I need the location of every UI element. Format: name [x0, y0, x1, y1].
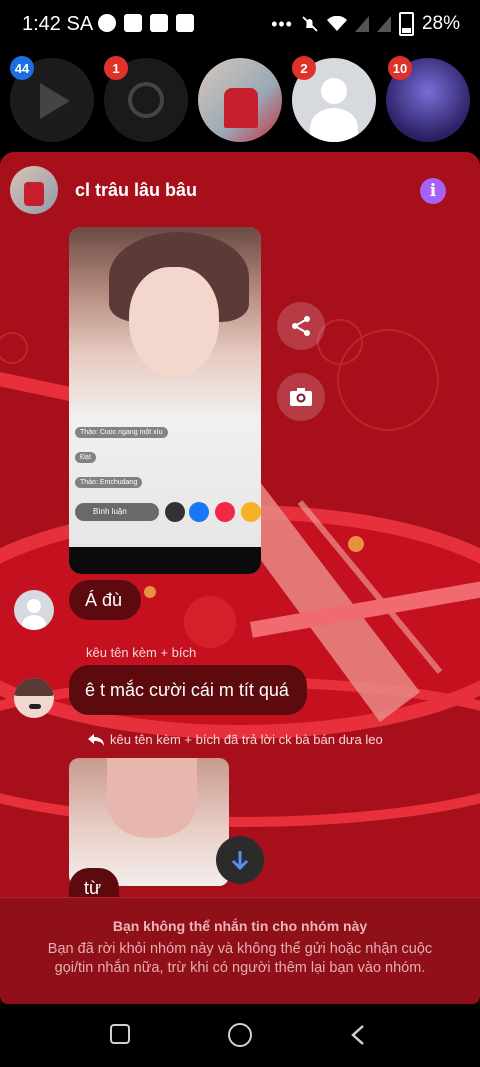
camera-button[interactable] — [277, 373, 325, 421]
message-bubble[interactable]: Á đù — [69, 580, 141, 620]
play-icon — [40, 83, 70, 119]
screenshot-nav-bar — [69, 547, 261, 574]
chat-panel: cl trâu lâu bâu i Thảo: Cuoc ngang một x… — [0, 152, 480, 1004]
group-avatar[interactable] — [10, 166, 58, 214]
messenger-icon — [128, 82, 164, 118]
shared-screenshot[interactable]: Thảo: Cuoc ngang một xíu Đạt Thảo: Emchu… — [69, 227, 261, 574]
recents-icon[interactable] — [110, 1024, 130, 1044]
scroll-down-button[interactable] — [216, 836, 264, 884]
like-react-icon — [189, 502, 209, 522]
sender-avatar[interactable] — [14, 678, 54, 718]
badge-galaxy: 10 — [388, 56, 412, 80]
notice-body: Bạn đã rời khỏi nhóm này và không thể gử… — [47, 941, 433, 976]
back-icon[interactable] — [350, 1024, 366, 1046]
message-text: từ — [84, 878, 102, 898]
livestream-photo — [69, 227, 261, 547]
screenshot-comment: Đạt — [75, 452, 96, 463]
reply-icon — [88, 733, 104, 746]
message-text: Á đù — [85, 589, 123, 610]
home-icon[interactable] — [228, 1023, 252, 1047]
chat-title[interactable]: cl trâu lâu bâu — [75, 180, 197, 201]
gallery-notification-icon — [176, 14, 194, 32]
signal-icon-2 — [376, 16, 391, 32]
screenshot-comment-bar: Bình luận — [75, 503, 159, 521]
badge-default-avatar: 2 — [292, 56, 316, 80]
status-right: ••• 28% — [271, 12, 460, 36]
more-dots-icon: ••• — [271, 13, 293, 34]
mute-icon — [302, 16, 318, 32]
chat-header: cl trâu lâu bâu i — [0, 152, 480, 228]
share-icon — [292, 316, 310, 336]
arrow-down-icon — [231, 851, 249, 871]
love-react-icon — [215, 502, 235, 522]
badge-messenger: 1 — [104, 56, 128, 80]
share-button[interactable] — [277, 302, 325, 350]
message-bubble[interactable]: ê t mắc cười cái m tít quá — [69, 665, 307, 715]
screenshot-comment: Thảo: Cuoc ngang một xíu — [75, 427, 168, 438]
camera-icon — [290, 388, 312, 406]
reply-note: kêu tên kèm + bích đã trả lời ck bà bán … — [88, 732, 383, 747]
screenshot-comment: Thảo: Emchudang — [75, 477, 143, 488]
cannot-message-notice: Bạn không thể nhắn tin cho nhóm này Bạn … — [0, 897, 480, 1004]
messenger-react-icon — [165, 502, 185, 522]
battery-level: 28% — [421, 13, 460, 34]
shared-image[interactable] — [69, 758, 229, 886]
notification-icons — [98, 14, 194, 32]
info-icon[interactable]: i — [420, 178, 446, 204]
facebook-notification-icon-2 — [150, 14, 168, 32]
status-bar: 1:42 SA ••• 28% — [0, 0, 480, 50]
battery-icon — [398, 12, 414, 36]
signal-icon — [354, 16, 369, 32]
facebook-notification-icon — [124, 14, 142, 32]
sender-avatar[interactable] — [14, 590, 54, 630]
care-react-icon — [241, 502, 261, 522]
wifi-icon — [326, 16, 347, 31]
chat-head-active-group[interactable] — [198, 58, 282, 142]
chair-photo — [224, 88, 258, 128]
message-text: ê t mắc cười cái m tít quá — [85, 679, 289, 700]
system-nav-bar — [0, 1004, 480, 1067]
messenger-notification-icon — [98, 14, 116, 32]
sender-name: kêu tên kèm + bích — [86, 645, 197, 660]
badge-video: 44 — [10, 56, 34, 80]
status-time: 1:42 SA — [22, 13, 94, 35]
chat-heads-row: 44 1 2 10 — [0, 50, 480, 150]
notice-title: Bạn không thể nhắn tin cho nhóm này — [112, 918, 368, 934]
